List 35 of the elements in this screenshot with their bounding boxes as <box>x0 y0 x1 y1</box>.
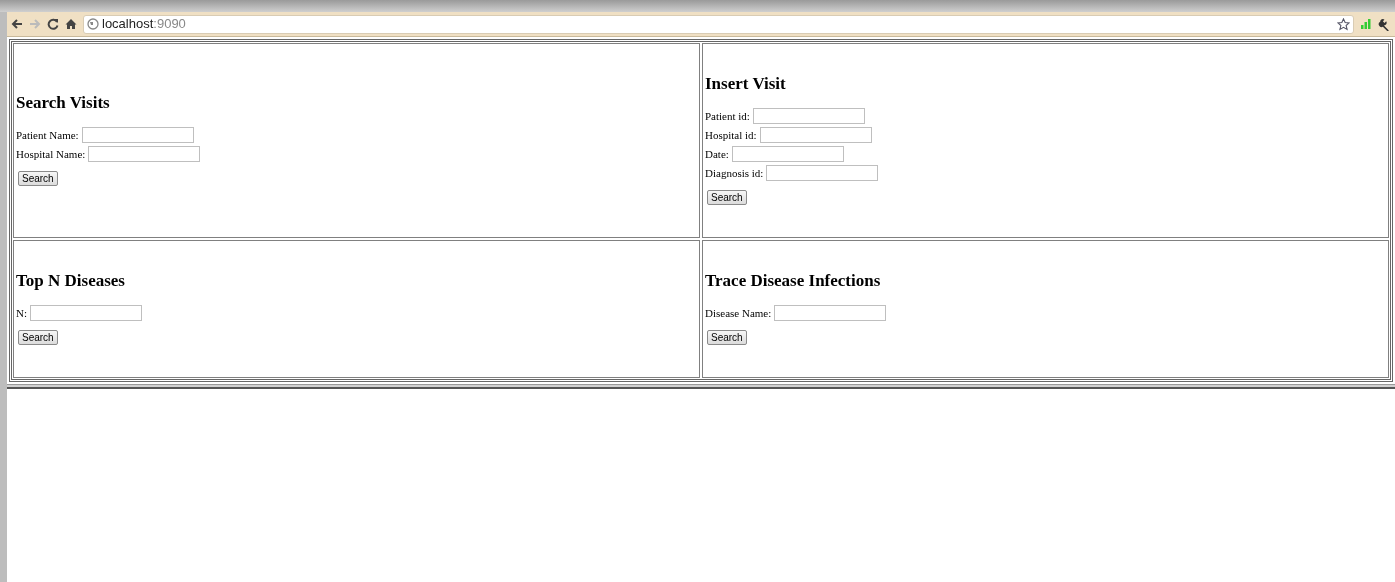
input-field[interactable] <box>774 305 887 322</box>
search-button[interactable]: Search <box>18 330 58 346</box>
panel-title: Search Visits <box>16 92 111 114</box>
field-label: Patient id: <box>705 108 750 124</box>
star-icon[interactable] <box>1337 17 1350 31</box>
forward-icon[interactable] <box>29 18 41 30</box>
home-icon[interactable] <box>65 18 77 30</box>
field-label: Hospital id: <box>705 127 757 143</box>
panel-title: Trace Disease Infections <box>705 270 882 292</box>
input-field[interactable] <box>752 108 865 125</box>
input-field[interactable] <box>731 146 844 163</box>
globe-icon <box>87 18 99 30</box>
input-field[interactable] <box>81 127 194 144</box>
panel-title: Top N Diseases <box>16 270 126 292</box>
field-label: Hospital Name: <box>16 146 86 162</box>
input-field[interactable] <box>88 146 201 163</box>
wrench-icon[interactable] <box>1378 17 1391 31</box>
input-field[interactable] <box>759 127 872 144</box>
search-button[interactable]: Search <box>707 330 747 346</box>
field-label: N: <box>16 305 27 321</box>
back-icon[interactable] <box>11 18 23 30</box>
search-button[interactable]: Search <box>707 190 747 206</box>
input-field[interactable] <box>30 305 142 322</box>
field-label: Patient Name: <box>16 127 79 143</box>
signal-bars-icon[interactable] <box>1360 18 1372 30</box>
reload-icon[interactable] <box>47 18 59 30</box>
field-label: Disease Name: <box>705 305 772 321</box>
panel-title: Insert Visit <box>705 73 787 95</box>
field-label: Date: <box>705 146 729 162</box>
address-bar[interactable]: localhost:9090 <box>83 14 1354 34</box>
input-field[interactable] <box>766 165 879 182</box>
url-host: localhost <box>102 15 154 34</box>
search-button[interactable]: Search <box>18 171 58 187</box>
url-port: :9090 <box>153 15 186 34</box>
field-label: Diagnosis id: <box>705 165 764 181</box>
